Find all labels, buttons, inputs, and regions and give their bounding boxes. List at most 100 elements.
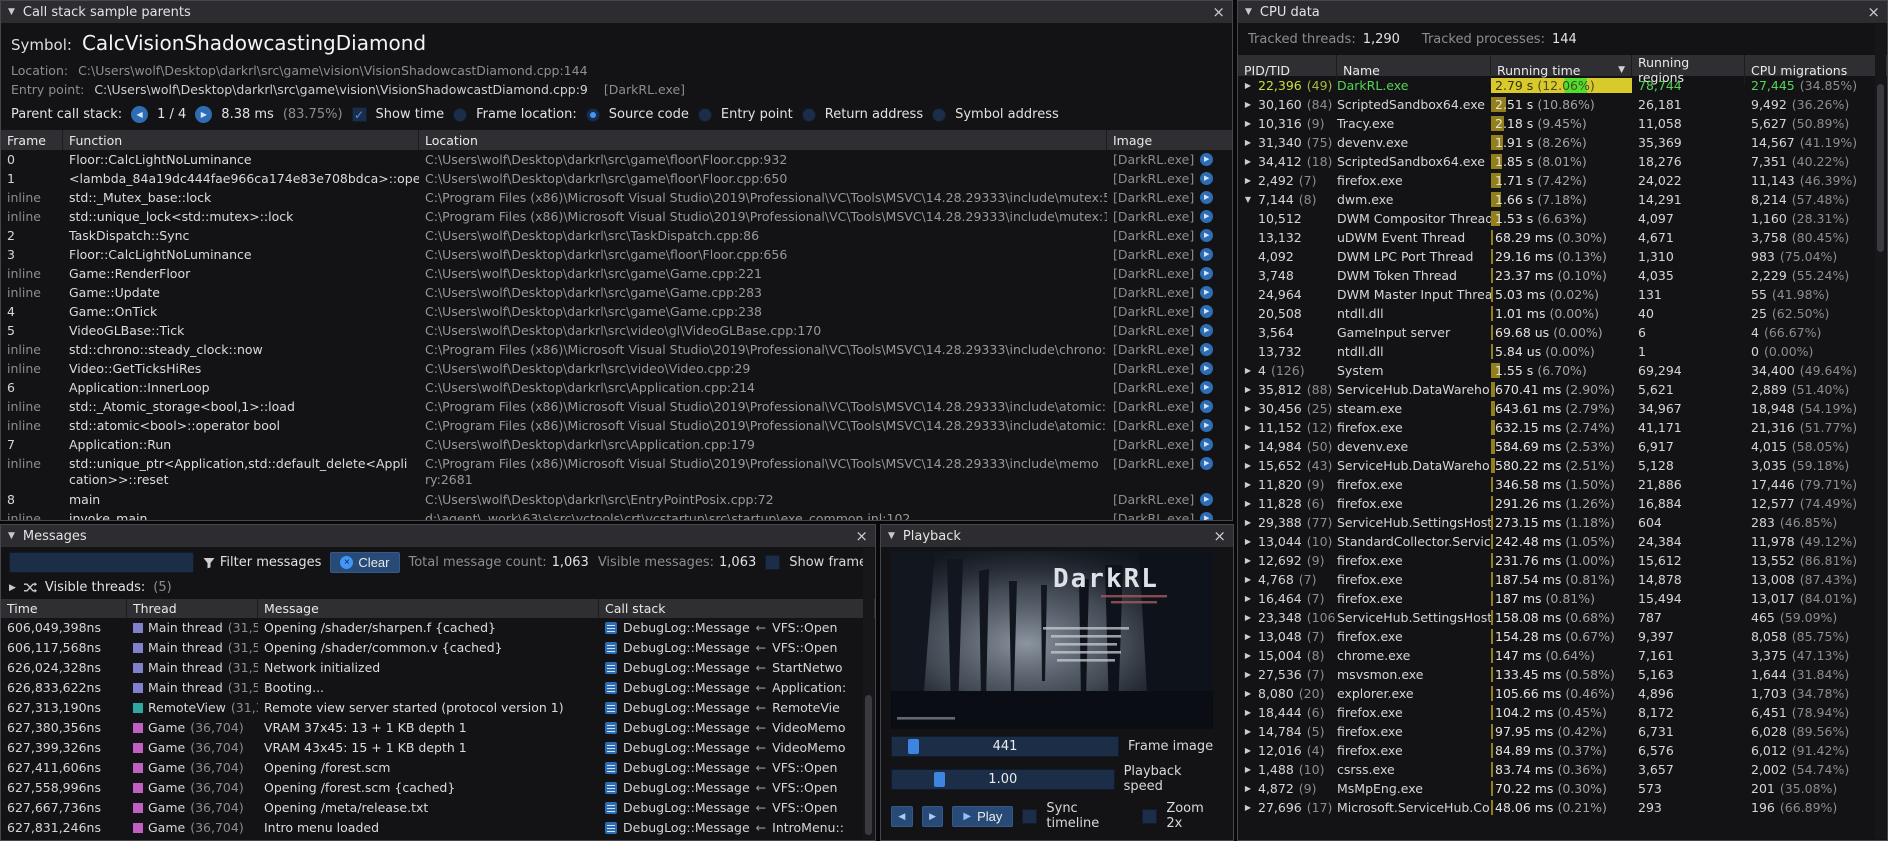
clear-button[interactable]: × Clear — [330, 552, 399, 573]
cpu-process-row[interactable]: ▶23,348(106)ServiceHub.SettingsHost158.0… — [1238, 608, 1887, 627]
callstack-entry-icon[interactable] — [605, 722, 617, 734]
show-frame-checkbox[interactable] — [765, 555, 780, 570]
col-message[interactable]: Message — [258, 599, 599, 618]
callstack-frame-row[interactable]: 5VideoGLBase::TickC:\Users\wolf\Desktop\… — [1, 321, 1232, 340]
frame-location-radio[interactable] — [932, 108, 946, 122]
zoom-checkbox[interactable] — [1142, 809, 1157, 824]
callstack-entry-icon[interactable] — [605, 642, 617, 654]
frame-goto-icon[interactable]: ▶ — [1200, 229, 1213, 242]
callstack-frame-row[interactable]: inlineGame::UpdateC:\Users\wolf\Desktop\… — [1, 283, 1232, 302]
expand-icon[interactable]: ▶ — [1243, 361, 1253, 380]
cpu-process-row[interactable]: ▶13,044(10)StandardCollector.Servic242.4… — [1238, 532, 1887, 551]
expand-icon[interactable]: ▶ — [1243, 570, 1253, 589]
cpu-scrollbar[interactable] — [1875, 24, 1886, 839]
callstack-frame-row[interactable]: 6Application::InnerLoopC:\Users\wolf\Des… — [1, 378, 1232, 397]
expand-icon[interactable]: ▶ — [1243, 114, 1253, 133]
expand-icon[interactable]: ▶ — [1243, 494, 1253, 513]
callstack-entry-icon[interactable] — [605, 682, 617, 694]
collapse-icon[interactable]: ▼ — [8, 531, 15, 541]
frame-location-radio[interactable] — [802, 108, 816, 122]
cpu-table-header[interactable]: PID/TID Name Running time▼ Running regio… — [1238, 55, 1887, 76]
next-stack-button[interactable]: ▶ — [195, 106, 212, 123]
expand-icon[interactable]: ▶ — [1243, 741, 1253, 760]
callstack-frame-row[interactable]: inlinestd::_Atomic_storage<bool,1>::load… — [1, 397, 1232, 416]
collapse-icon[interactable]: ▼ — [1245, 7, 1252, 17]
cpu-process-row[interactable]: ▶12,016(4)firefox.exe84.89 ms(0.37%)6,57… — [1238, 741, 1887, 760]
next-frame-button[interactable]: ▶ — [922, 806, 944, 827]
sync-timeline-checkbox[interactable] — [1022, 809, 1037, 824]
cpu-process-row[interactable]: ▶11,152(12)firefox.exe632.15 ms(2.74%)41… — [1238, 418, 1887, 437]
callstack-entry-icon[interactable] — [605, 662, 617, 674]
cpu-process-row[interactable]: ▶2,492(7)firefox.exe1.71 s(7.42%)24,0221… — [1238, 171, 1887, 190]
frame-goto-icon[interactable]: ▶ — [1200, 512, 1213, 521]
cpu-process-row[interactable]: ▶27,536(7)msvsmon.exe133.45 ms(0.58%)5,1… — [1238, 665, 1887, 684]
callstack-frame-row[interactable]: 8mainC:\Users\wolf\Desktop\darkrl\src\En… — [1, 490, 1232, 509]
message-row[interactable]: 627,380,356nsGame(36,704)VRAM 37x45: 13 … — [1, 718, 875, 738]
expand-icon[interactable]: ▶ — [1243, 76, 1253, 95]
expand-icon[interactable]: ▶ — [1243, 646, 1253, 665]
expand-icon[interactable]: ▶ — [1243, 608, 1253, 627]
cpu-process-row[interactable]: ▶30,160(84)ScriptedSandbox64.exe2.51 s(1… — [1238, 95, 1887, 114]
message-row[interactable]: 627,411,606nsGame(36,704)Opening /forest… — [1, 758, 875, 778]
callstack-titlebar[interactable]: ▼ Call stack sample parents × — [1, 1, 1232, 23]
expand-icon[interactable]: ▼ — [1243, 190, 1253, 209]
callstack-frame-row[interactable]: inlinestd::_Mutex_base::lockC:\Program F… — [1, 188, 1232, 207]
frame-location-radio[interactable] — [586, 108, 600, 122]
expand-icon[interactable]: ▶ — [1243, 722, 1253, 741]
expand-icon[interactable]: ▶ — [1243, 475, 1253, 494]
message-row[interactable]: 627,399,326nsGame(36,704)VRAM 43x45: 15 … — [1, 738, 875, 758]
cpu-thread-row[interactable]: 13,132uDWM Event Thread68.29 ms(0.30%)4,… — [1238, 228, 1887, 247]
cpu-process-row[interactable]: ▶4,768(7)firefox.exe187.54 ms(0.81%)14,8… — [1238, 570, 1887, 589]
expand-icon[interactable]: ▶ — [1243, 95, 1253, 114]
col-thread[interactable]: Thread — [127, 599, 258, 618]
cpu-process-row[interactable]: ▶29,388(77)ServiceHub.SettingsHost273.15… — [1238, 513, 1887, 532]
scrollbar-thumb[interactable] — [865, 695, 872, 835]
cpu-process-row[interactable]: ▶10,316(9)Tracy.exe2.18 s(9.45%)11,0585,… — [1238, 114, 1887, 133]
frame-goto-icon[interactable]: ▶ — [1200, 286, 1213, 299]
expand-icon[interactable]: ▶ — [1243, 456, 1253, 475]
callstack-frame-row[interactable]: inlinestd::chrono::steady_clock::nowC:\P… — [1, 340, 1232, 359]
close-icon[interactable]: × — [1212, 5, 1225, 20]
cpu-process-row[interactable]: ▶35,812(88)ServiceHub.DataWareho670.41 m… — [1238, 380, 1887, 399]
col-callstack[interactable]: Call stack — [599, 599, 875, 618]
callstack-frame-row[interactable]: inlineinvoke_maind:\agent\_work\63\s\src… — [1, 509, 1232, 521]
callstack-frame-row[interactable]: 1<lambda_84a19dc444fae966ca174e83e708bdc… — [1, 169, 1232, 188]
callstack-frame-row[interactable]: 3Floor::CalcLightNoLuminanceC:\Users\wol… — [1, 245, 1232, 264]
frame-goto-icon[interactable]: ▶ — [1200, 191, 1213, 204]
cpu-process-row[interactable]: ▶11,828(6)firefox.exe291.26 ms(1.26%)16,… — [1238, 494, 1887, 513]
frame-goto-icon[interactable]: ▶ — [1200, 457, 1213, 470]
expand-icon[interactable]: ▶ — [1243, 779, 1253, 798]
callstack-entry-icon[interactable] — [605, 742, 617, 754]
frame-goto-icon[interactable]: ▶ — [1200, 438, 1213, 451]
callstack-frame-row[interactable]: 7Application::RunC:\Users\wolf\Desktop\d… — [1, 435, 1232, 454]
frame-goto-icon[interactable]: ▶ — [1200, 153, 1213, 166]
col-image[interactable]: Image — [1107, 130, 1232, 150]
cpu-process-row[interactable]: ▼7,144(8)dwm.exe1.66 s(7.18%)14,2918,214… — [1238, 190, 1887, 209]
cpu-thread-row[interactable]: 3,564GameInput server69.68 us(0.00%)64(6… — [1238, 323, 1887, 342]
cpu-process-row[interactable]: ▶16,464(7)firefox.exe187 ms(0.81%)15,494… — [1238, 589, 1887, 608]
expand-icon[interactable]: ▶ — [1243, 380, 1253, 399]
expand-icon[interactable]: ▶ — [1243, 551, 1253, 570]
playback-speed-slider[interactable]: 1.00 — [891, 769, 1115, 790]
callstack-frame-row[interactable]: inlinestd::unique_ptr<Application,std::d… — [1, 454, 1232, 490]
cpu-process-row[interactable]: ▶22,396(49)DarkRL.exe2.79 s(12.06%)78,74… — [1238, 76, 1887, 95]
frame-image-slider[interactable]: 441 — [891, 736, 1119, 757]
play-button[interactable]: ▶ Play — [952, 806, 1013, 827]
close-icon[interactable]: × — [1867, 5, 1880, 20]
callstack-entry-icon[interactable] — [605, 622, 617, 634]
message-filter-input[interactable] — [9, 552, 194, 573]
cpu-thread-row[interactable]: 10,512DWM Compositor Thread1.53 s(6.63%)… — [1238, 209, 1887, 228]
cpu-thread-row[interactable]: 4,092DWM LPC Port Thread29.16 ms(0.13%)1… — [1238, 247, 1887, 266]
callstack-entry-icon[interactable] — [605, 762, 617, 774]
cpu-thread-row[interactable]: 3,748DWM Token Thread23.37 ms(0.10%)4,03… — [1238, 266, 1887, 285]
frame-goto-icon[interactable]: ▶ — [1200, 343, 1213, 356]
message-row[interactable]: 627,313,190nsRemoteView(31,392)Remote vi… — [1, 698, 875, 718]
collapse-icon[interactable]: ▼ — [888, 531, 895, 541]
cpu-process-row[interactable]: ▶11,820(9)firefox.exe346.58 ms(1.50%)21,… — [1238, 475, 1887, 494]
cpu-process-row[interactable]: ▶27,696(17)Microsoft.ServiceHub.Co48.06 … — [1238, 798, 1887, 817]
expand-icon[interactable]: ▶ — [1243, 684, 1253, 703]
expand-icon[interactable]: ▶ — [1243, 798, 1253, 817]
expand-icon[interactable]: ▶ — [1243, 152, 1253, 171]
playback-titlebar[interactable]: ▼ Playback × — [881, 525, 1233, 547]
callstack-frame-row[interactable]: inlineVideo::GetTicksHiResC:\Users\wolf\… — [1, 359, 1232, 378]
